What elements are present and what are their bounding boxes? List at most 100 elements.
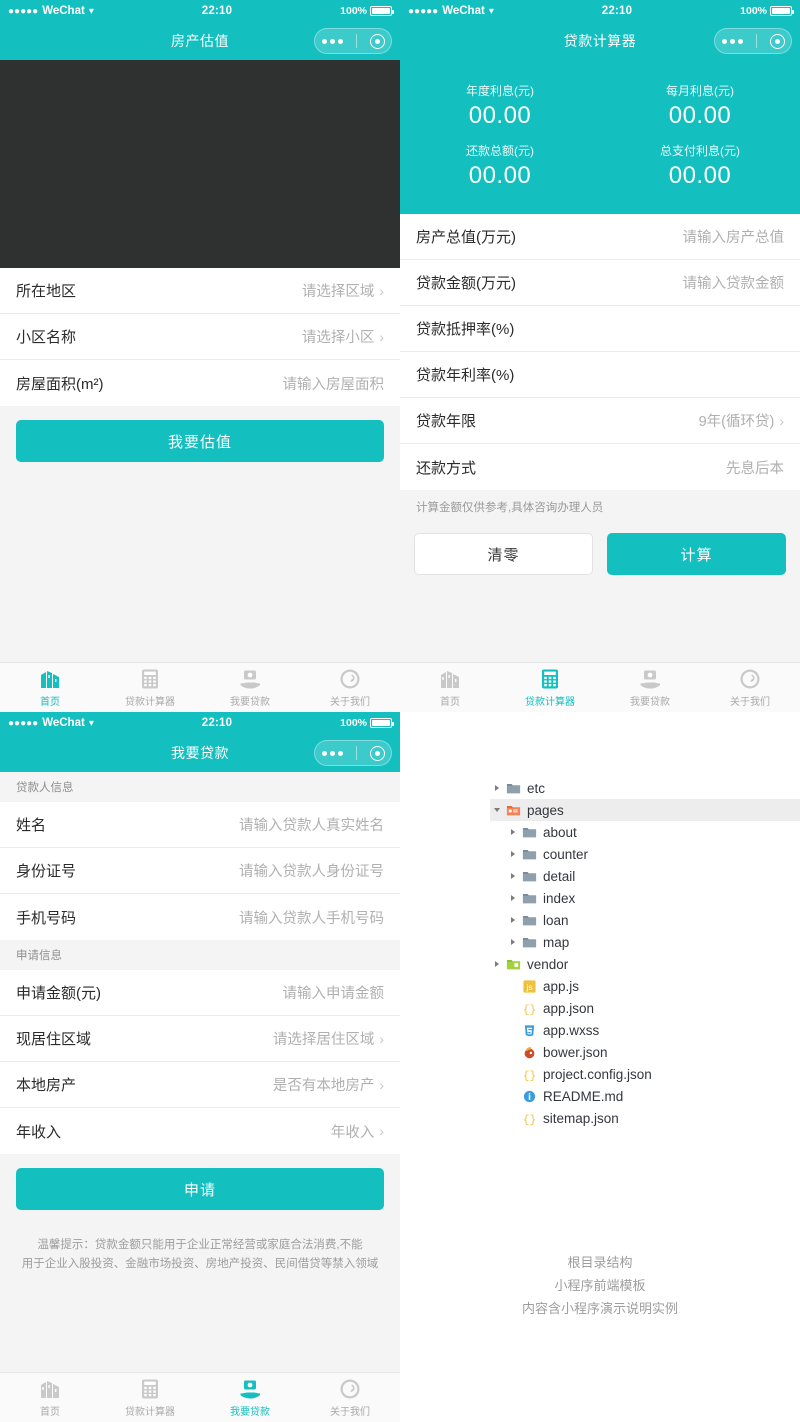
tree-node-label: README.md [543, 1089, 623, 1104]
tree-node-label: about [543, 825, 577, 840]
folder-blue-icon [520, 913, 538, 928]
nav-bar: 我要贷款 [0, 734, 400, 772]
chevron-right-icon[interactable] [506, 873, 520, 879]
chevron-right-icon[interactable] [506, 939, 520, 945]
valuation-submit-button[interactable]: 我要估值 [16, 420, 384, 462]
reset-button[interactable]: 清零 [414, 533, 593, 575]
tree-node-project-config-json[interactable]: {} project.config.json [490, 1063, 800, 1085]
tree-node-label: app.json [543, 1001, 594, 1016]
tab-calculator[interactable]: 贷款计算器 [100, 667, 200, 708]
carrier-label: WeChat [42, 5, 85, 17]
form-row-region[interactable]: 所在地区 请选择区域 › [0, 268, 400, 314]
hero-banner-image [0, 60, 400, 268]
tab-calculator[interactable]: 贷款计算器 [100, 1377, 200, 1418]
js-file-icon: js [520, 979, 538, 994]
form-row-id-number[interactable]: 身份证号 请输入贷款人身份证号 [0, 848, 400, 894]
tab-label: 首页 [40, 1403, 60, 1418]
tab-label: 我要贷款 [230, 1403, 270, 1418]
nav-bar: 贷款计算器 [400, 22, 800, 60]
panel-property-valuation: ●●●●● WeChat ▾ 22:10 100% 房产估值 所在地区 [0, 0, 400, 712]
tree-node-app-js[interactable]: js app.js [490, 975, 800, 997]
form-row-phone[interactable]: 手机号码 请输入贷款人手机号码 [0, 894, 400, 940]
result-value: 00.00 [600, 162, 800, 190]
battery-icon [370, 718, 392, 728]
loan-amount-input[interactable]: 请输入贷款金额 [683, 272, 785, 293]
tree-node-vendor[interactable]: vendor [490, 953, 800, 975]
chevron-right-icon[interactable] [506, 829, 520, 835]
tab-about[interactable]: 关于我们 [300, 667, 400, 708]
tab-about[interactable]: 关于我们 [700, 667, 800, 708]
tab-about[interactable]: 关于我们 [300, 1377, 400, 1418]
chevron-right-icon[interactable] [506, 851, 520, 857]
signal-dots-icon: ●●●●● [408, 6, 438, 17]
form-row-mortgage-rate[interactable]: 贷款抵押率(%) [400, 306, 800, 352]
tree-node-detail[interactable]: detail [490, 865, 800, 887]
form-row-residence-area[interactable]: 现居住区域 请选择居住区域 › [0, 1016, 400, 1062]
phone-input[interactable]: 请输入贷款人手机号码 [239, 907, 384, 928]
chevron-right-icon[interactable] [490, 961, 504, 967]
tab-loan[interactable]: 我要贷款 [200, 1377, 300, 1418]
tree-node-pages[interactable]: pages [490, 799, 800, 821]
chevron-right-icon[interactable] [490, 785, 504, 791]
tree-node-label: pages [527, 803, 564, 818]
tab-home[interactable]: 首页 [0, 667, 100, 708]
tree-node-map[interactable]: map [490, 931, 800, 953]
close-target-icon[interactable] [770, 34, 785, 49]
status-bar-left: ●●●●● WeChat ▾ [8, 5, 94, 17]
chevron-down-icon[interactable] [490, 808, 504, 812]
calculator-note: 计算金额仅供参考,具体咨询办理人员 [400, 490, 800, 521]
tree-node-bower-json[interactable]: bower.json [490, 1041, 800, 1063]
tree-node-readme-md[interactable]: README.md [490, 1085, 800, 1107]
form-row-property-value[interactable]: 房产总值(万元) 请输入房产总值 [400, 214, 800, 260]
loan-hand-icon [238, 667, 262, 691]
more-menu-icon[interactable] [722, 39, 743, 44]
tree-node-about[interactable]: about [490, 821, 800, 843]
tree-node-app-json[interactable]: {} app.json [490, 997, 800, 1019]
form-row-annual-income[interactable]: 年收入 年收入 › [0, 1108, 400, 1154]
wechat-capsule-button[interactable] [714, 28, 792, 54]
wechat-capsule-button[interactable] [314, 740, 392, 766]
row-label: 所在地区 [16, 280, 76, 301]
row-value: 请选择小区 › [302, 326, 384, 347]
form-row-loan-amount[interactable]: 贷款金额(万元) 请输入贷款金额 [400, 260, 800, 306]
form-row-apply-amount[interactable]: 申请金额(元) 请输入申请金额 [0, 970, 400, 1016]
name-input[interactable]: 请输入贷款人真实姓名 [239, 814, 384, 835]
close-target-icon[interactable] [370, 34, 385, 49]
tree-node-app-wxss[interactable]: app.wxss [490, 1019, 800, 1041]
form-row-loan-term[interactable]: 贷款年限 9年(循环贷) › [400, 398, 800, 444]
calculate-button[interactable]: 计算 [607, 533, 786, 575]
wechat-capsule-button[interactable] [314, 28, 392, 54]
tab-home[interactable]: 首页 [0, 1377, 100, 1418]
result-value: 00.00 [400, 162, 600, 190]
tree-node-etc[interactable]: etc [490, 777, 800, 799]
form-row-name[interactable]: 姓名 请输入贷款人真实姓名 [0, 802, 400, 848]
folder-blue-icon [520, 891, 538, 906]
area-input[interactable]: 请输入房屋面积 [283, 373, 385, 394]
tab-calculator[interactable]: 贷款计算器 [500, 667, 600, 708]
apply-submit-button[interactable]: 申请 [16, 1168, 384, 1210]
form-row-community[interactable]: 小区名称 请选择小区 › [0, 314, 400, 360]
close-target-icon[interactable] [370, 746, 385, 761]
row-value-text: 请选择区域 [302, 280, 375, 301]
form-row-area[interactable]: 房屋面积(m²) 请输入房屋面积 [0, 360, 400, 406]
more-menu-icon[interactable] [322, 39, 343, 44]
tree-node-counter[interactable]: counter [490, 843, 800, 865]
tree-node-loan[interactable]: loan [490, 909, 800, 931]
tab-loan[interactable]: 我要贷款 [200, 667, 300, 708]
more-menu-icon[interactable] [322, 751, 343, 756]
status-bar: ●●●●● WeChat ▾ 22:10 100% [0, 0, 400, 22]
tree-node-sitemap-json[interactable]: {} sitemap.json [490, 1107, 800, 1129]
chevron-right-icon[interactable] [506, 895, 520, 901]
chevron-right-icon[interactable] [506, 917, 520, 923]
form-row-repayment-method[interactable]: 还款方式 先息后本 [400, 444, 800, 490]
apply-amount-input[interactable]: 请输入申请金额 [283, 982, 385, 1003]
tab-home[interactable]: 首页 [400, 667, 500, 708]
status-bar-left: ●●●●● WeChat ▾ [408, 5, 494, 17]
property-value-input[interactable]: 请输入房产总值 [683, 226, 785, 247]
form-row-local-property[interactable]: 本地房产 是否有本地房产 › [0, 1062, 400, 1108]
form-row-annual-rate[interactable]: 贷款年利率(%) [400, 352, 800, 398]
id-number-input[interactable]: 请输入贷款人身份证号 [239, 860, 384, 881]
tab-loan[interactable]: 我要贷款 [600, 667, 700, 708]
battery-icon [370, 6, 392, 16]
tree-node-index[interactable]: index [490, 887, 800, 909]
